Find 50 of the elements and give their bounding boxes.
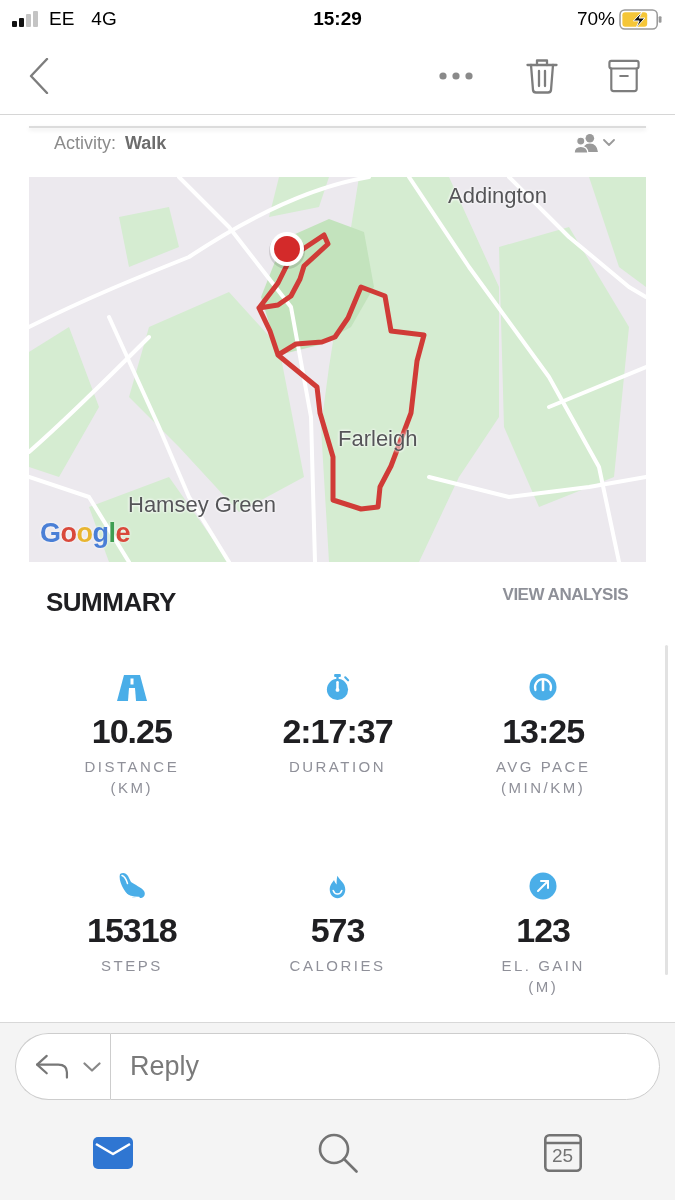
calendar-tab[interactable]: 25 (543, 1134, 582, 1172)
stat-label: DURATION (288, 757, 387, 777)
stat-label: EL. GAIN (501, 956, 585, 976)
road-icon (116, 675, 147, 701)
network-type: 4G (91, 6, 117, 31)
stat-value: 2:17:37 (282, 713, 393, 749)
activity-label: Activity: (54, 132, 116, 155)
envelope-icon (92, 1137, 133, 1169)
stat-unit: (KM) (110, 778, 154, 798)
section-title: SUMMARY (46, 587, 176, 617)
reply-field[interactable]: Reply (110, 1033, 660, 1100)
google-logo: Google (40, 518, 131, 548)
carrier-name: EE (49, 6, 75, 31)
chevron-down-icon (83, 1061, 101, 1072)
signal-icon (12, 11, 40, 27)
battery-percent: 70% (576, 6, 615, 31)
search-tab[interactable] (317, 1133, 358, 1173)
mail-tab[interactable] (92, 1137, 133, 1169)
activity-type: Walk (125, 132, 167, 155)
arrow-up-right-icon (529, 872, 558, 900)
map-place-label: Addington (448, 183, 548, 209)
map-place-label: Hamsey Green (128, 492, 276, 518)
stat-value: 10.25 (91, 713, 172, 749)
people-icon[interactable] (573, 132, 600, 154)
chevron-down-icon[interactable] (603, 139, 615, 147)
archive-icon[interactable] (608, 59, 640, 93)
more-icon[interactable] (439, 72, 473, 80)
flame-icon (328, 874, 347, 900)
stat-unit: (MIN/KM) (501, 778, 586, 798)
stat-label: AVG PACE (495, 757, 591, 777)
stat-unit: (M) (528, 977, 559, 997)
stat-label: STEPS (101, 956, 163, 976)
stat-value: 13:25 (502, 713, 585, 749)
clock: 15:29 (313, 6, 362, 31)
battery-charging-icon (619, 8, 663, 30)
stat-label: DISTANCE (84, 757, 180, 777)
reply-options-button[interactable] (15, 1033, 110, 1100)
stopwatch-icon (324, 673, 351, 701)
trash-icon[interactable] (526, 58, 558, 94)
map-marker-icon (269, 232, 305, 269)
gauge-icon (529, 673, 558, 701)
search-icon (317, 1133, 358, 1173)
stat-value: 15318 (87, 912, 177, 948)
stat-value: 573 (310, 912, 365, 948)
back-icon[interactable] (29, 58, 49, 94)
stat-label: CALORIES (289, 956, 386, 976)
calendar-icon (543, 1134, 582, 1172)
view-analysis-link[interactable]: VIEW ANALYSIS (502, 584, 628, 606)
reply-arrow-icon (35, 1054, 70, 1079)
stat-value: 123 (516, 912, 571, 948)
